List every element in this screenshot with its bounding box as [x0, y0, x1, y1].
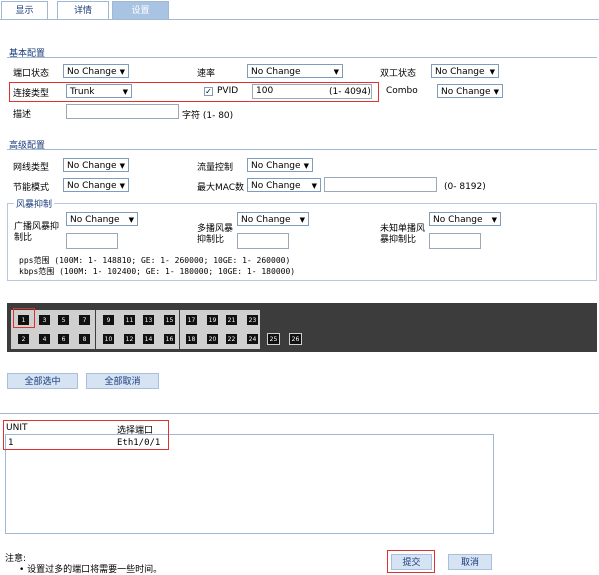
chevron-down-icon: ▼ [491, 216, 497, 224]
port-20[interactable]: 20 [206, 333, 219, 345]
port-3[interactable]: 3 [38, 314, 51, 326]
chevron-down-icon: ▼ [119, 182, 125, 190]
link-type-label: 连接类型 [13, 89, 50, 99]
description-label: 描述 [13, 110, 32, 120]
port-state-label: 端口状态 [13, 69, 50, 79]
chevron-down-icon: ▼ [311, 182, 317, 190]
unknown-unicast-input[interactable] [429, 233, 481, 249]
port-16[interactable]: 16 [163, 333, 176, 345]
max-mac-input[interactable] [324, 177, 437, 192]
port-state-select[interactable]: No Change ▼ [63, 64, 129, 78]
unknown-unicast-select[interactable]: No Change ▼ [429, 212, 501, 226]
table-cell-port: Eth1/0/1 [117, 438, 161, 448]
pps-range-hint: pps范围 (100M: 1- 148810; GE: 1- 260000; 1… [19, 256, 291, 265]
port-26[interactable]: 26 [289, 333, 302, 345]
flow-control-label: 流量控制 [197, 163, 234, 173]
chevron-down-icon: ▼ [489, 68, 495, 76]
select-all-button[interactable]: 全部选中 [7, 373, 78, 389]
port-21[interactable]: 21 [225, 314, 238, 326]
net-type-label: 网线类型 [13, 163, 50, 173]
port-6[interactable]: 6 [57, 333, 70, 345]
port-12[interactable]: 12 [123, 333, 136, 345]
port-15[interactable]: 15 [163, 314, 176, 326]
multicast-select[interactable]: No Change ▼ [237, 212, 309, 226]
port-25[interactable]: 25 [267, 333, 280, 345]
duplex-label: 双工状态 [380, 69, 417, 79]
port-23[interactable]: 23 [246, 314, 259, 326]
speed-select[interactable]: No Change ▼ [247, 64, 343, 78]
pvid-range: (1- 4094) [329, 87, 371, 97]
description-hint: 字符 (1- 80) [182, 111, 234, 121]
port-18[interactable]: 18 [185, 333, 198, 345]
link-type-select[interactable]: Trunk ▼ [66, 84, 132, 98]
tab-settings[interactable]: 设置 [112, 1, 169, 20]
description-input[interactable] [66, 104, 179, 119]
chevron-down-icon: ▼ [333, 68, 339, 76]
chevron-down-icon: ▼ [119, 68, 125, 76]
table-header-port: 选择端口 [117, 426, 154, 436]
broadcast-select[interactable]: No Change ▼ [66, 212, 138, 226]
flow-control-select[interactable]: No Change ▼ [247, 158, 313, 172]
combo-select[interactable]: No Change ▼ [437, 84, 503, 98]
chevron-down-icon: ▼ [493, 88, 499, 96]
chevron-down-icon: ▼ [303, 162, 309, 170]
max-mac-select[interactable]: No Change ▼ [247, 178, 321, 192]
port-22[interactable]: 22 [225, 333, 238, 345]
port-7[interactable]: 7 [78, 314, 91, 326]
port-2[interactable]: 2 [17, 333, 30, 345]
table-header-unit: UNIT [6, 423, 28, 433]
port-5[interactable]: 5 [57, 314, 70, 326]
tab-details[interactable]: 详情 [57, 1, 109, 20]
port-13[interactable]: 13 [142, 314, 155, 326]
submit-highlight [387, 550, 435, 573]
selected-port-highlight [13, 308, 35, 328]
port-19[interactable]: 19 [206, 314, 219, 326]
power-save-label: 节能模式 [13, 183, 50, 193]
cancel-button[interactable]: 取消 [448, 554, 492, 570]
combo-label: Combo [386, 86, 418, 96]
broadcast-input[interactable] [66, 233, 118, 249]
multicast-input[interactable] [237, 233, 289, 249]
chevron-down-icon: ▼ [299, 216, 305, 224]
port-11[interactable]: 11 [123, 314, 136, 326]
notes-item: • 设置过多的端口将需要一些时间。 [19, 565, 163, 575]
net-type-select[interactable]: No Change ▼ [63, 158, 129, 172]
chevron-down-icon: ▼ [128, 216, 134, 224]
port-17[interactable]: 17 [185, 314, 198, 326]
advanced-config-rule [7, 149, 597, 150]
tab-display[interactable]: 显示 [1, 1, 48, 20]
port-4[interactable]: 4 [38, 333, 51, 345]
selection-rule [0, 413, 599, 414]
port-8[interactable]: 8 [78, 333, 91, 345]
broadcast-label-line2: 制比 [14, 233, 33, 243]
chevron-down-icon: ▼ [119, 162, 125, 170]
unknown-unicast-label-line2: 暴抑制比 [380, 235, 417, 245]
table-cell-unit: 1 [8, 438, 14, 448]
kbps-range-hint: kbps范围 (100M: 1- 102400; GE: 1- 180000; … [19, 267, 296, 276]
port-14[interactable]: 14 [142, 333, 155, 345]
basic-config-rule [7, 57, 597, 58]
pvid-label: PVID [217, 86, 239, 96]
multicast-label-line2: 抑制比 [197, 235, 225, 245]
deselect-all-button[interactable]: 全部取消 [86, 373, 159, 389]
chevron-down-icon: ▼ [122, 88, 128, 96]
duplex-select[interactable]: No Change ▼ [431, 64, 499, 78]
port-10[interactable]: 10 [102, 333, 115, 345]
port-9[interactable]: 9 [102, 314, 115, 326]
tab-divider [0, 19, 599, 20]
max-mac-label: 最大MAC数 [197, 183, 245, 193]
speed-label: 速率 [197, 69, 216, 79]
power-save-select[interactable]: No Change ▼ [63, 178, 129, 192]
pvid-checkbox[interactable]: ✓ [204, 87, 213, 96]
port-24[interactable]: 24 [246, 333, 259, 345]
storm-suppression-legend: 风暴抑制 [14, 197, 55, 210]
max-mac-range: (0- 8192) [444, 182, 486, 192]
